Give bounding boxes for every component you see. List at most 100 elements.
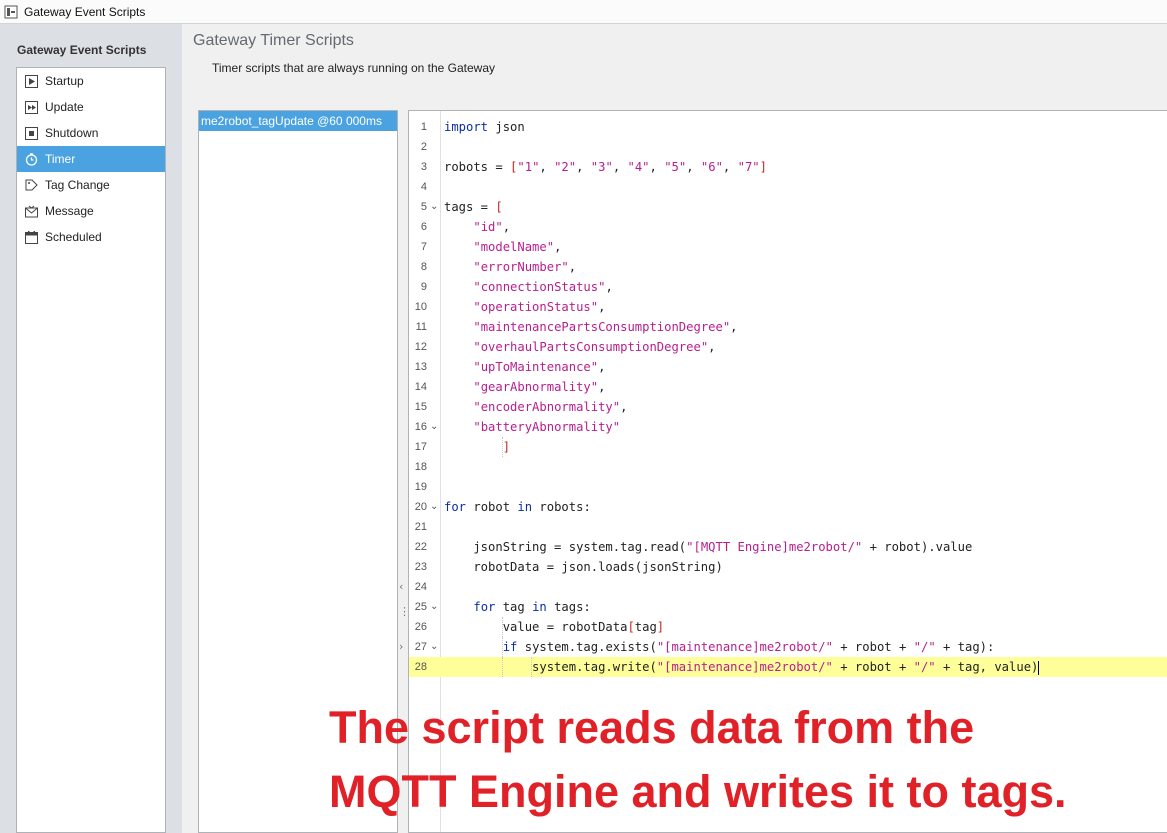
- string-token: "gearAbnormality": [473, 380, 599, 394]
- code-line[interactable]: 19: [409, 477, 1167, 497]
- code-line[interactable]: 3 robots = ["1", "2", "3", "4", "5", "6",…: [409, 157, 1167, 177]
- code-line[interactable]: 23 robotData = json.loads(jsonString): [409, 557, 1167, 577]
- code-line[interactable]: 24: [409, 577, 1167, 597]
- keyword-token: in: [517, 500, 533, 514]
- code-token: ,: [568, 260, 577, 274]
- sidebar-item-label: Scheduled: [45, 230, 102, 244]
- annotation-caption: The script reads data from the MQTT Engi…: [329, 696, 1067, 824]
- fold-toggle-icon[interactable]: ⌄: [430, 197, 438, 217]
- string-token: "connectionStatus": [473, 280, 606, 294]
- code-token: + tag, value): [935, 660, 1039, 674]
- line-number: 17: [414, 441, 427, 453]
- window-title: Gateway Event Scripts: [24, 4, 146, 19]
- code-line[interactable]: 7 "modelName",: [409, 237, 1167, 257]
- code-line[interactable]: 21: [409, 517, 1167, 537]
- fold-toggle-icon[interactable]: ⌄: [430, 597, 438, 617]
- code-line[interactable]: 6 "id",: [409, 217, 1167, 237]
- fold-toggle-icon[interactable]: ⌄: [430, 637, 438, 657]
- code-line[interactable]: 5 ⌄ tags = [: [409, 197, 1167, 217]
- code-line[interactable]: 12 "overhaulPartsConsumptionDegree",: [409, 337, 1167, 357]
- sidebar-heading: Gateway Event Scripts: [17, 43, 147, 57]
- code-line[interactable]: 10 "operationStatus",: [409, 297, 1167, 317]
- code-token: ,: [598, 300, 606, 314]
- timer-script-item[interactable]: me2robot_tagUpdate @60 000ms: [199, 111, 397, 131]
- code-text: ]: [444, 437, 510, 457]
- code-token: ,: [649, 160, 665, 174]
- code-line[interactable]: 11 "maintenancePartsConsumptionDegree",: [409, 317, 1167, 337]
- expand-right-icon[interactable]: ›: [399, 640, 403, 653]
- code-line[interactable]: 1 import json: [409, 117, 1167, 137]
- line-number: 21: [414, 521, 427, 533]
- code-token: json: [488, 120, 525, 134]
- string-token: "1": [517, 160, 540, 174]
- code-line[interactable]: 9 "connectionStatus",: [409, 277, 1167, 297]
- sidebar-item-message[interactable]: Message: [17, 198, 165, 224]
- code-line[interactable]: 8 "errorNumber",: [409, 257, 1167, 277]
- code-line[interactable]: 13 "upToMaintenance",: [409, 357, 1167, 377]
- sidebar-item-update[interactable]: Update: [17, 94, 165, 120]
- sidebar-item-label: Update: [45, 100, 84, 114]
- line-number: 15: [414, 401, 427, 413]
- line-number: 8: [420, 261, 427, 273]
- calendar-icon: [25, 230, 38, 244]
- line-number: 9: [420, 281, 427, 293]
- code-line[interactable]: 16 ⌄ "batteryAbnormality": [409, 417, 1167, 437]
- sidebar-item-label: Shutdown: [45, 126, 99, 140]
- code-line[interactable]: 20 ⌄ for robot in robots:: [409, 497, 1167, 517]
- tag-change-icon: [25, 179, 38, 192]
- code-token: + robot).value: [862, 540, 973, 554]
- sidebar-item-startup[interactable]: Startup: [17, 68, 165, 94]
- code-line[interactable]: 17 ]: [409, 437, 1167, 457]
- bracket-token: ]: [656, 620, 665, 634]
- keyword-token: for: [444, 500, 467, 514]
- collapse-left-icon[interactable]: ‹: [399, 580, 403, 593]
- fold-toggle-icon[interactable]: ⌄: [430, 497, 438, 517]
- code-token: + robot +: [832, 640, 914, 654]
- string-token: "[maintenance]me2robot/": [656, 660, 833, 674]
- line-number: 22: [414, 541, 427, 553]
- code-line[interactable]: 4: [409, 177, 1167, 197]
- code-token: robot: [466, 500, 518, 514]
- code-line[interactable]: 14 "gearAbnormality",: [409, 377, 1167, 397]
- code-line[interactable]: 27 ⌄ if system.tag.exists("[maintenance]m…: [409, 637, 1167, 657]
- code-token: ,: [502, 220, 511, 234]
- line-number: 11: [415, 321, 427, 333]
- bracket-token: ]: [502, 440, 511, 454]
- line-number: 5: [420, 201, 427, 213]
- code-text: "maintenancePartsConsumptionDegree",: [444, 317, 737, 337]
- keyword-token: for: [473, 600, 496, 614]
- code-token: ,: [605, 280, 613, 294]
- code-line[interactable]: 25 ⌄ for tag in tags:: [409, 597, 1167, 617]
- sidebar-item-shutdown[interactable]: Shutdown: [17, 120, 165, 146]
- code-token: ,: [598, 380, 606, 394]
- fold-toggle-icon[interactable]: ⌄: [430, 417, 438, 437]
- sidebar-item-timer[interactable]: Timer: [17, 146, 165, 172]
- code-text: tags = [: [444, 197, 503, 217]
- code-line[interactable]: 26 value = robotData[tag]: [409, 617, 1167, 637]
- code-line[interactable]: 18: [409, 457, 1167, 477]
- code-line[interactable]: 22 jsonString = system.tag.read("[MQTT E…: [409, 537, 1167, 557]
- line-number: 10: [414, 301, 427, 313]
- update-icon: [25, 100, 38, 114]
- string-token: "maintenancePartsConsumptionDegree": [473, 320, 731, 334]
- annotation-line-1: The script reads data from the: [329, 702, 975, 753]
- code-text: "connectionStatus",: [444, 277, 613, 297]
- code-line[interactable]: 28 system.tag.write("[maintenance]me2rob…: [409, 657, 1167, 677]
- keyword-token: in: [532, 600, 547, 614]
- code-token: + robot +: [832, 660, 914, 674]
- code-line[interactable]: 15 "encoderAbnormality",: [409, 397, 1167, 417]
- sidebar-item-scheduled[interactable]: Scheduled: [17, 224, 165, 250]
- code-token: robotData = json.loads(jsonString): [444, 560, 723, 574]
- bracket-token: [: [627, 620, 635, 634]
- code-line[interactable]: 2: [409, 137, 1167, 157]
- line-number: 13: [414, 361, 427, 373]
- sidebar-item-tag-change[interactable]: Tag Change: [17, 172, 165, 198]
